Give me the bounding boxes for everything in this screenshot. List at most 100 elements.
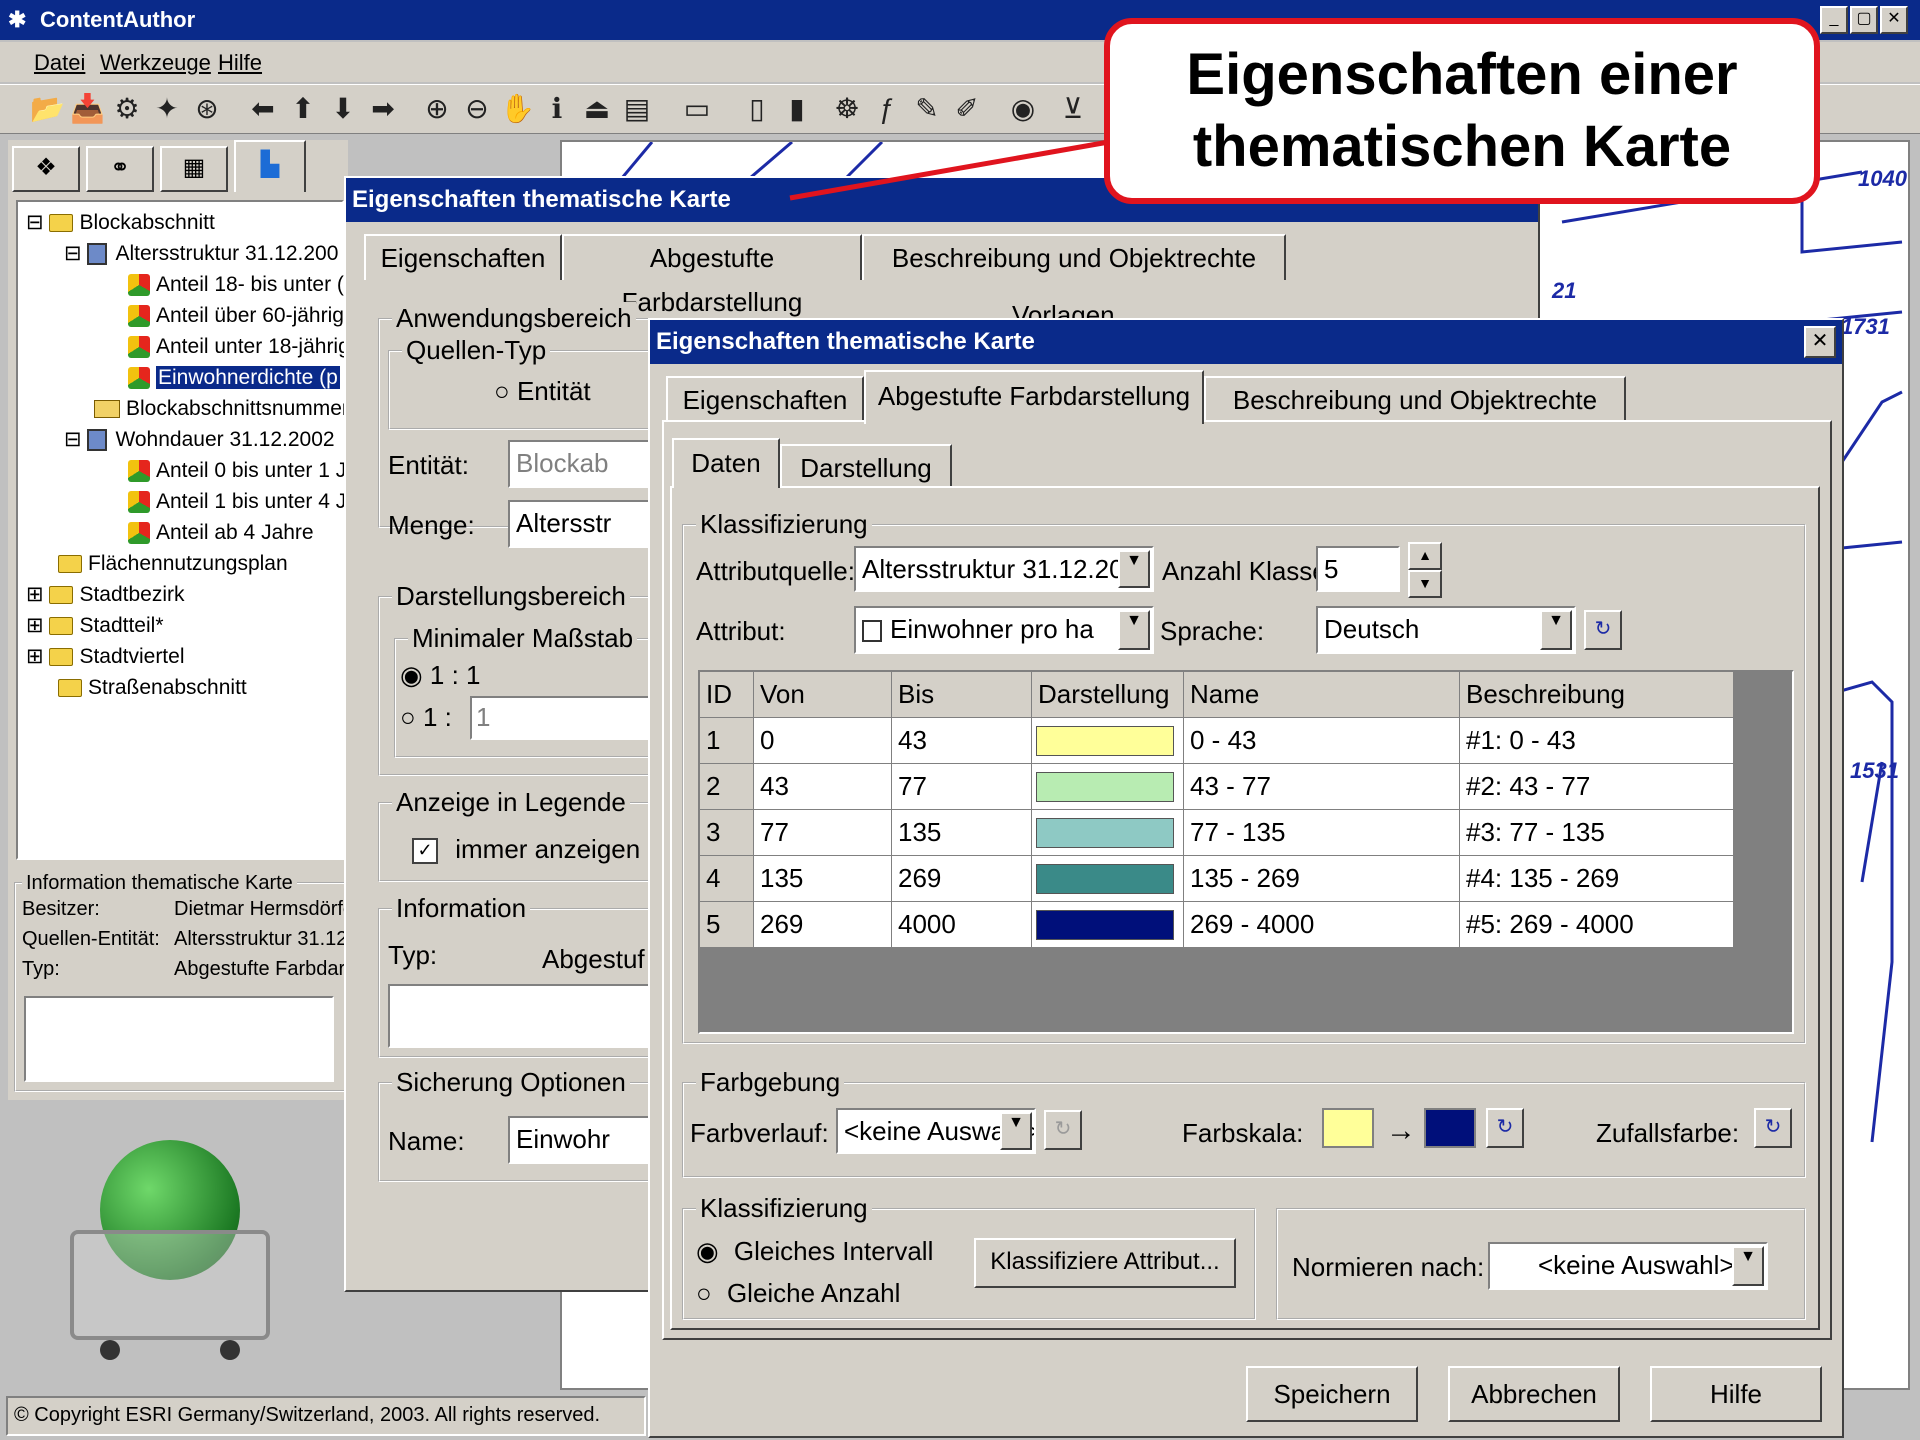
abbrechen-button[interactable]: Abbrechen <box>1448 1366 1620 1422</box>
hilfe-button[interactable]: Hilfe <box>1650 1366 1822 1422</box>
sprache-select[interactable]: Deutsch ▼ <box>1316 606 1576 654</box>
zoom-in-icon[interactable]: ⊕ <box>420 92 454 126</box>
tree-item[interactable]: ⊟ Wohndauer 31.12.2002 <box>64 425 335 455</box>
zufallsfarbe-button[interactable]: ↻ <box>1754 1108 1792 1148</box>
close-window-button[interactable]: ✕ <box>1880 6 1908 34</box>
open-layer-icon[interactable]: 📥 <box>70 92 105 126</box>
tree-item[interactable]: Straßenabschnitt <box>58 673 247 703</box>
subtab-daten[interactable]: Daten <box>672 438 780 488</box>
tree-item[interactable]: ⊟ Altersstruktur 31.12.200 <box>64 239 338 269</box>
radio-scale-1-1[interactable]: ◉ 1 : 1 <box>400 660 481 691</box>
zoom-out-icon[interactable]: ⊖ <box>460 92 494 126</box>
tree-item[interactable]: Flächennutzungsplan <box>58 549 288 579</box>
tree-item[interactable]: ⊞ Stadtbezirk <box>26 580 185 610</box>
tree-item[interactable]: Anteil über 60-jährig <box>128 301 344 331</box>
color-swatch[interactable] <box>1036 818 1174 848</box>
menu-datei[interactable]: Datei <box>34 50 85 76</box>
farbverlauf-refresh-button[interactable]: ↻ <box>1044 1110 1082 1150</box>
function-icon[interactable]: ƒ <box>870 92 904 126</box>
radio-gleiche-anzahl[interactable]: ○ Gleiche Anzahl <box>696 1278 900 1309</box>
farbskala-from-swatch[interactable] <box>1322 1108 1374 1148</box>
scale-input[interactable]: 1 <box>470 696 650 740</box>
color-swatch[interactable] <box>1036 910 1174 940</box>
tab-eigenschaften[interactable]: Eigenschaften <box>666 376 864 422</box>
sprache-refresh-button[interactable]: ↻ <box>1584 610 1622 650</box>
table-row[interactable]: 1 0 43 0 - 43 #1: 0 - 43 <box>700 718 1734 764</box>
color-swatch[interactable] <box>1036 726 1174 756</box>
tree-item[interactable]: Anteil ab 4 Jahre <box>128 518 314 548</box>
farbskala-to-swatch[interactable] <box>1424 1108 1476 1148</box>
spinner-down-button[interactable]: ▼ <box>1408 570 1442 598</box>
arrow-down-icon[interactable]: ⬇ <box>326 92 360 126</box>
pan-hand-icon[interactable]: ✋ <box>500 92 535 126</box>
attribut-select[interactable]: Einwohner pro ha ▼ <box>854 606 1154 654</box>
tree-item-selected[interactable]: Einwohnerdichte (p <box>128 363 340 393</box>
tree-item[interactable]: ⊞ Stadtviertel <box>26 642 185 672</box>
open-icon[interactable]: 📂 <box>30 92 65 126</box>
tab-table[interactable]: ▦ <box>160 146 228 192</box>
table-row[interactable]: 3 77 135 77 - 135 #3: 77 - 135 <box>700 810 1734 856</box>
back-tab-farbdarstellung[interactable]: Abgestufte Farbdarstellung <box>562 234 862 317</box>
normieren-select[interactable]: <keine Auswahl> ▼ <box>1488 1242 1768 1290</box>
globe-tool-icon[interactable]: ☸ <box>830 92 864 126</box>
radio-scale-custom[interactable]: ○ 1 : <box>400 702 452 733</box>
tree-item[interactable]: Anteil 1 bis unter 4 J <box>128 487 346 517</box>
table-row[interactable]: 2 43 77 43 - 77 #2: 43 - 77 <box>700 764 1734 810</box>
chevron-down-icon[interactable]: ▼ <box>1118 610 1150 650</box>
color-swatch[interactable] <box>1036 864 1174 894</box>
tree-item[interactable]: ⊟ Blockabschnitt <box>26 208 215 238</box>
tab-chart[interactable]: ▙ <box>234 140 306 192</box>
radio-gleiches-intervall[interactable]: ◉ Gleiches Intervall <box>696 1236 933 1267</box>
anzahl-klassen-input[interactable]: 5 <box>1316 546 1400 592</box>
info-textbox[interactable] <box>24 996 334 1082</box>
speichern-button[interactable]: Speichern <box>1246 1366 1418 1422</box>
farbverlauf-select[interactable]: <keine Auswahl> ▼ <box>836 1108 1036 1154</box>
chevron-down-icon[interactable]: ▼ <box>1000 1112 1032 1150</box>
back-tab-eigenschaften[interactable]: Eigenschaften <box>364 234 562 280</box>
menu-hilfe[interactable]: Hilfe <box>218 50 262 76</box>
arrow-left-icon[interactable]: ⬅ <box>246 92 280 126</box>
subtab-darstellung[interactable]: Darstellung <box>780 444 952 490</box>
tab-abgestufte-farbdarstellung[interactable]: Abgestufte Farbdarstellung <box>864 370 1204 424</box>
tab-layers[interactable]: ❖ <box>12 146 80 192</box>
spinner-up-button[interactable]: ▲ <box>1408 542 1442 570</box>
filter-icon[interactable]: ⊻ <box>1056 92 1090 126</box>
nav-icon[interactable]: ⊛ <box>190 92 224 126</box>
tool-icon[interactable]: ✎ <box>910 92 944 126</box>
arrow-up-icon[interactable]: ⬆ <box>286 92 320 126</box>
menu-werkzeuge[interactable]: Werkzeuge <box>100 50 211 76</box>
tree-item[interactable]: ⊞ Stadtteil* <box>26 611 164 641</box>
tree-item[interactable]: Anteil unter 18-jährig <box>128 332 350 362</box>
back-tab-beschreibung[interactable]: Beschreibung und Objektrechte <box>862 234 1286 280</box>
world-icon[interactable]: ◉ <box>1006 92 1040 126</box>
layer-tree[interactable]: ⊟ Blockabschnitt ⊟ Altersstruktur 31.12.… <box>16 200 350 860</box>
tree-item[interactable]: Anteil 18- bis unter ( <box>128 270 344 300</box>
dialog-close-button[interactable]: ✕ <box>1804 326 1836 358</box>
tree-item[interactable]: Anteil 0 bis unter 1 J <box>128 456 346 486</box>
arrow-right-icon[interactable]: ➡ <box>366 92 400 126</box>
tab-search[interactable]: ⚭ <box>86 146 154 192</box>
farbskala-refresh-button[interactable]: ↻ <box>1486 1108 1524 1148</box>
minimize-button[interactable]: _ <box>1820 6 1848 34</box>
page2-icon[interactable]: ▮ <box>780 92 814 126</box>
edit-icon[interactable]: ✐ <box>950 92 984 126</box>
info-icon[interactable]: ℹ <box>540 92 574 126</box>
settings-icon[interactable]: ✦ <box>150 92 184 126</box>
attributquelle-select[interactable]: Altersstruktur 31.12.200 ▼ <box>854 546 1154 592</box>
rect-select-icon[interactable]: ▭ <box>680 92 714 126</box>
page-icon[interactable]: ▯ <box>740 92 774 126</box>
tab-beschreibung[interactable]: Beschreibung und Objektrechte <box>1204 376 1626 422</box>
chevron-down-icon[interactable]: ▼ <box>1118 550 1150 588</box>
color-swatch[interactable] <box>1036 772 1174 802</box>
radio-entitaet[interactable]: ○ Entität <box>494 376 591 407</box>
maximize-button[interactable]: ▢ <box>1850 6 1878 34</box>
tree-item[interactable]: Blockabschnittsnummer <box>94 394 349 424</box>
checkbox-immer-anzeigen[interactable]: ✓ immer anzeigen <box>412 834 640 865</box>
measure-icon[interactable]: ⏏ <box>580 92 614 126</box>
layers-icon[interactable]: ⚙ <box>110 92 144 126</box>
table-row[interactable]: 5 269 4000 269 - 4000 #5: 269 - 4000 <box>700 902 1734 948</box>
class-table[interactable]: ID Von Bis Darstellung Name Beschreibung… <box>698 670 1794 1034</box>
select-icon[interactable]: ▤ <box>620 92 654 126</box>
chevron-down-icon[interactable]: ▼ <box>1540 610 1572 650</box>
table-row[interactable]: 4 135 269 135 - 269 #4: 135 - 269 <box>700 856 1734 902</box>
